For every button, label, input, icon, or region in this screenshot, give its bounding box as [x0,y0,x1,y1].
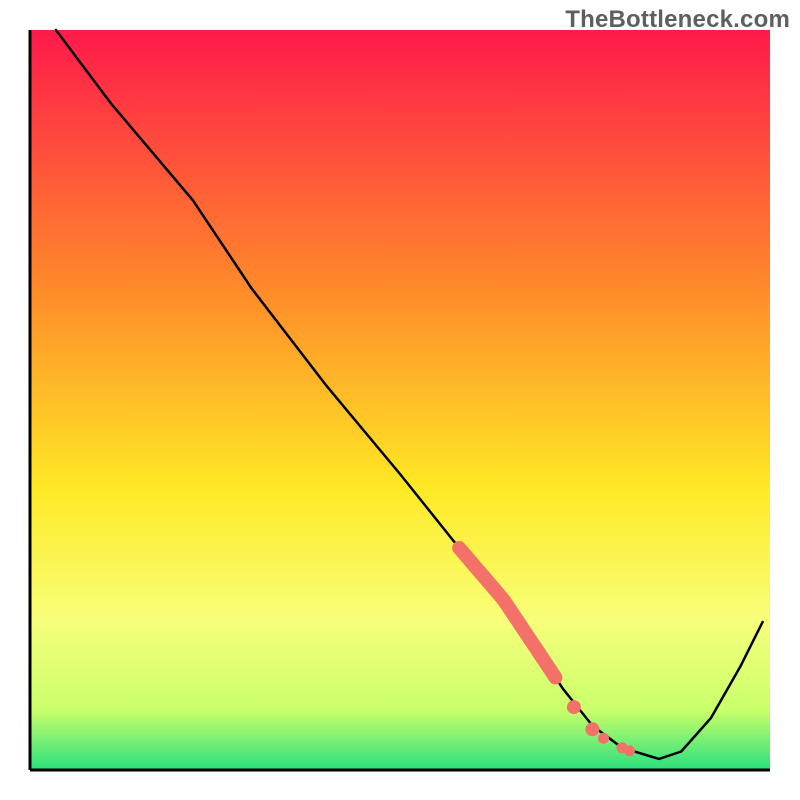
chart-container: TheBottleneck.com [0,0,800,800]
highlight-dot [567,700,581,714]
highlight-dot [624,745,635,756]
bottleneck-curve-chart [0,0,800,800]
plot-background [30,30,770,770]
highlight-dot [598,733,609,744]
highlight-dot [585,722,599,736]
